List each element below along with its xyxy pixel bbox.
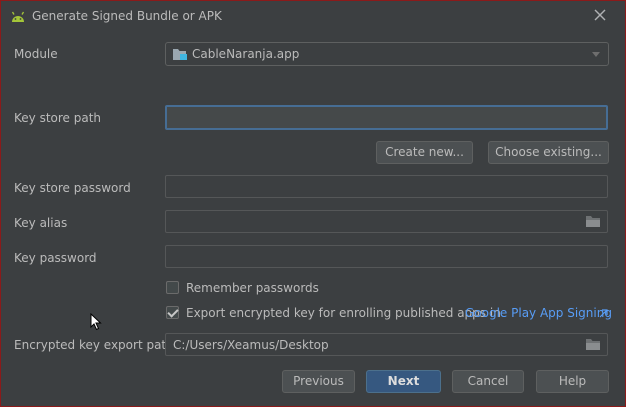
key-store-password-label: Key store password [14,181,131,195]
module-folder-icon [173,49,187,60]
chevron-down-icon [592,52,600,57]
export-path-label: Encrypted key export path [14,338,174,352]
export-path-value: C:/Users/Xeamus/Desktop [173,338,329,352]
export-key-label: Export encrypted key for enrolling publi… [186,306,501,320]
generate-signed-bundle-dialog: Generate Signed Bundle or APK Module Cab… [1,1,625,406]
external-link-arrow-icon [599,309,608,318]
close-icon[interactable] [591,6,609,24]
key-alias-input[interactable] [165,210,608,233]
remember-passwords-label: Remember passwords [186,281,319,295]
cancel-button[interactable]: Cancel [452,370,524,393]
help-button[interactable]: Help [536,370,609,393]
module-label: Module [14,47,58,61]
title-bar: Generate Signed Bundle or APK [1,1,625,31]
export-key-checkbox[interactable] [166,306,179,319]
key-store-path-input[interactable] [165,105,608,130]
export-path-input[interactable]: C:/Users/Xeamus/Desktop [165,333,608,356]
previous-button[interactable]: Previous [282,370,355,393]
module-dropdown[interactable]: CableNaranja.app [165,42,609,66]
next-button[interactable]: Next [366,370,441,393]
create-new-button[interactable]: Create new... [376,141,473,164]
folder-icon[interactable] [586,338,601,351]
key-password-label: Key password [14,251,97,265]
key-store-path-label: Key store path [14,111,102,125]
window-title: Generate Signed Bundle or APK [32,9,222,23]
android-icon [11,11,25,22]
key-password-input[interactable] [165,245,608,268]
module-selected-value: CableNaranja.app [192,47,300,61]
mouse-cursor-icon [90,313,102,331]
key-alias-label: Key alias [14,216,68,230]
key-store-password-input[interactable] [165,175,608,198]
google-play-app-signing-link[interactable]: Google Play App Signing [465,306,612,320]
remember-passwords-checkbox[interactable] [166,281,179,294]
folder-icon[interactable] [586,215,601,228]
choose-existing-button[interactable]: Choose existing... [488,141,609,164]
